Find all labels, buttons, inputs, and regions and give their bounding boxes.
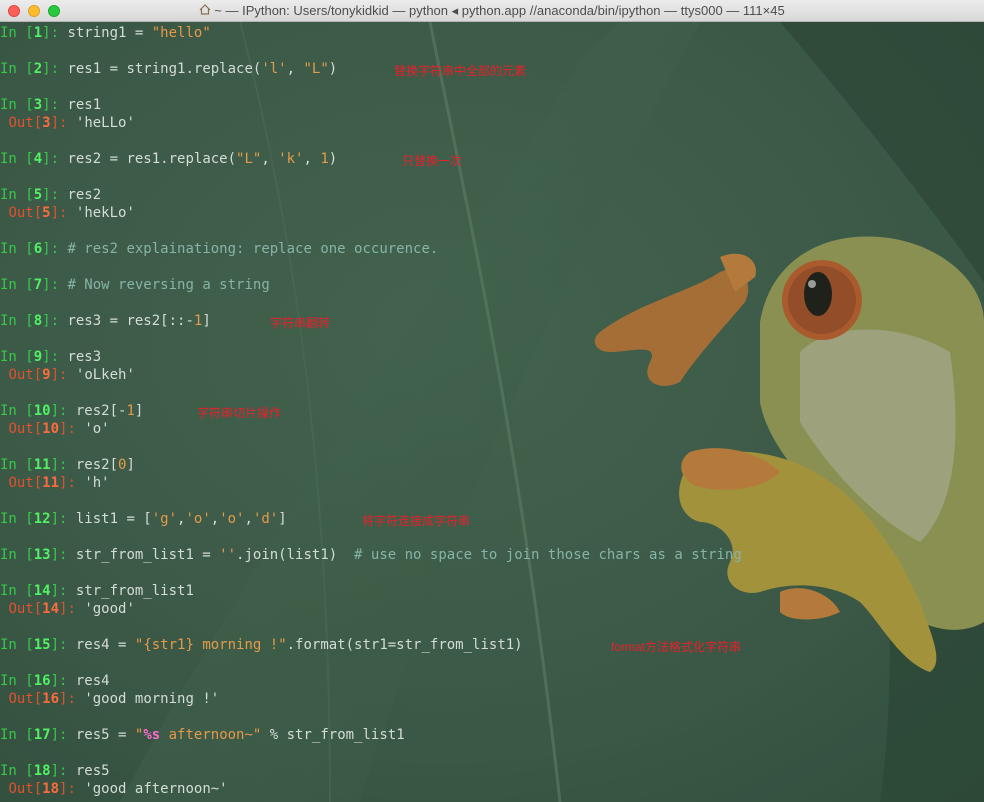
input-line-11: In [11]: res2[0]	[0, 457, 135, 473]
input-line-18: In [18]: res5	[0, 763, 110, 779]
input-line-7: In [7]: # Now reversing a string	[0, 277, 270, 293]
out-prompt: Out[9]:	[8, 367, 68, 383]
input-line-9: In [9]: res3	[0, 349, 102, 365]
in-prompt: In [15]:	[0, 637, 68, 653]
in-prompt: In [2]:	[0, 61, 60, 77]
input-line-2: In [2]: res1 = string1.replace('l', "L")	[0, 61, 338, 77]
input-line-10: In [10]: res2[-1]	[0, 403, 144, 419]
in-prompt: In [17]:	[0, 727, 68, 743]
input-line-1: In [1]: string1 = "hello"	[0, 25, 211, 41]
output-line-14: Out[14]: 'good'	[8, 601, 135, 617]
in-prompt: In [11]:	[0, 457, 68, 473]
in-prompt: In [18]:	[0, 763, 68, 779]
annotation-format-method: format方法格式化字符串	[611, 640, 742, 654]
annotation-replace-once: 只替换一次	[402, 154, 463, 168]
input-line-15: In [15]: res4 = "{str1} morning !".forma…	[0, 637, 523, 653]
in-prompt: In [16]:	[0, 673, 68, 689]
in-prompt: In [8]:	[0, 313, 60, 329]
input-line-4: In [4]: res2 = res1.replace("L", 'k', 1)	[0, 151, 338, 167]
output-line-9: Out[9]: 'oLkeh'	[8, 367, 135, 383]
home-folder-icon	[199, 3, 211, 18]
output-line-16: Out[16]: 'good morning !'	[8, 691, 220, 707]
out-prompt: Out[10]:	[8, 421, 76, 437]
input-line-13: In [13]: str_from_list1 = ''.join(list1)…	[0, 547, 742, 563]
annotation-reverse-string: 字符串翻转	[270, 316, 331, 330]
out-prompt: Out[5]:	[8, 205, 68, 221]
input-line-12: In [12]: list1 = ['g','o','o','d']	[0, 511, 287, 527]
in-prompt: In [6]:	[0, 241, 60, 257]
in-prompt: In [1]:	[0, 25, 60, 41]
output-line-11: Out[11]: 'h'	[8, 475, 110, 491]
output-line-18: Out[18]: 'good afternoon~'	[8, 781, 228, 797]
in-prompt: In [3]:	[0, 97, 60, 113]
in-prompt: In [5]:	[0, 187, 60, 203]
in-prompt: In [7]:	[0, 277, 60, 293]
output-line-5: Out[5]: 'hekLo'	[8, 205, 135, 221]
input-line-16: In [16]: res4	[0, 673, 110, 689]
in-prompt: In [10]:	[0, 403, 68, 419]
terminal-window: ~ — IPython: Users/tonykidkid — python ◂…	[0, 0, 984, 802]
out-prompt: Out[14]:	[8, 601, 76, 617]
annotation-slicing: 字符串切片操作	[197, 406, 282, 420]
out-prompt: Out[18]:	[8, 781, 76, 797]
input-line-17: In [17]: res5 = "%s afternoon~" % str_fr…	[0, 727, 405, 743]
in-prompt: In [14]:	[0, 583, 68, 599]
input-line-6: In [6]: # res2 explainationg: replace on…	[0, 241, 439, 257]
out-prompt: Out[3]:	[8, 115, 68, 131]
title-bar[interactable]: ~ — IPython: Users/tonykidkid — python ◂…	[0, 0, 984, 22]
output-line-3: Out[3]: 'heLLo'	[8, 115, 135, 131]
annotation-replace-all: 替换字符串中全部的元素	[394, 64, 527, 78]
window-title: ~ — IPython: Users/tonykidkid — python ◂…	[0, 3, 984, 19]
out-prompt: Out[11]:	[8, 475, 76, 491]
in-prompt: In [9]:	[0, 349, 60, 365]
out-prompt: Out[16]:	[8, 691, 76, 707]
output-line-10: Out[10]: 'o'	[8, 421, 110, 437]
input-line-14: In [14]: str_from_list1	[0, 583, 194, 599]
annotation-join-chars: 将字符连接成字符串	[362, 514, 471, 528]
in-prompt: In [12]:	[0, 511, 68, 527]
input-line-8: In [8]: res3 = res2[::-1]	[0, 313, 211, 329]
input-line-3: In [3]: res1	[0, 97, 102, 113]
in-prompt: In [4]:	[0, 151, 60, 167]
in-prompt: In [13]:	[0, 547, 68, 563]
input-line-5: In [5]: res2	[0, 187, 102, 203]
ipython-terminal[interactable]: In [1]: string1 = "hello" In [2]: res1 =…	[0, 22, 984, 802]
